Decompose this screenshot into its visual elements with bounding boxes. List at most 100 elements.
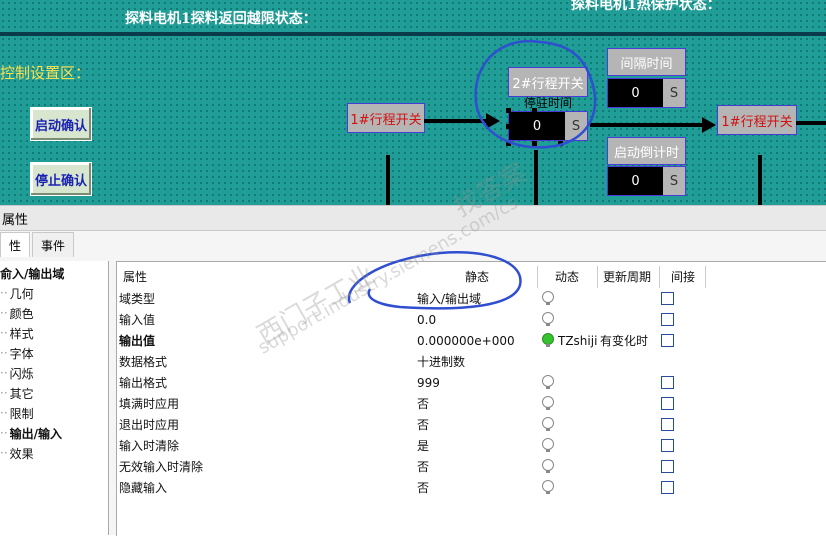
- indirect-checkbox[interactable]: [661, 460, 674, 473]
- hmi-screen-canvas: 探料电机1探料返回越限状态： 探料电机1热保护状态： 控制设置区： 启动确认 停…: [0, 0, 826, 205]
- property-static-value[interactable]: 否: [417, 393, 429, 414]
- property-static-value[interactable]: 0.000000e+000: [417, 330, 515, 351]
- start-countdown-value: 0: [631, 173, 640, 189]
- tree-item-label: 颜色: [9, 306, 34, 321]
- indirect-checkbox[interactable]: [661, 292, 674, 305]
- tree-item-label: 闪烁: [9, 366, 34, 381]
- tree-item-colors[interactable]: ·· 颜色: [0, 303, 34, 323]
- property-dynamic-tag[interactable]: TZshiji: [558, 330, 597, 351]
- column-header-indirect: 间接: [671, 269, 696, 284]
- property-name: 填满时应用: [119, 397, 180, 411]
- tree-dots-icon: ··: [0, 406, 8, 420]
- flow-arrow-line: [796, 121, 826, 125]
- tab-events[interactable]: 事件: [32, 232, 75, 257]
- indirect-checkbox[interactable]: [661, 376, 674, 389]
- property-row[interactable]: 无效输入时清除 否: [117, 456, 826, 477]
- light-bulb-icon[interactable]: [542, 375, 554, 389]
- properties-header: 属性: [0, 205, 826, 231]
- tree-dots-icon: ··: [0, 326, 8, 340]
- property-name: 无效输入时清除: [119, 460, 204, 474]
- tree-item-misc[interactable]: ·· 其它: [0, 383, 34, 403]
- property-name: 输出格式: [119, 376, 168, 390]
- column-separator: [597, 266, 598, 288]
- indirect-checkbox[interactable]: [661, 313, 674, 326]
- property-name: 输入时清除: [119, 439, 180, 453]
- property-row[interactable]: 隐藏输入 否: [117, 477, 826, 498]
- light-bulb-icon[interactable]: [542, 438, 554, 452]
- property-row[interactable]: 退出时应用 否: [117, 414, 826, 435]
- property-name: 退出时应用: [119, 418, 180, 432]
- tree-item-font[interactable]: ·· 字体: [0, 343, 34, 363]
- tab-properties[interactable]: 性: [0, 232, 31, 257]
- annotation-circle-top: [474, 39, 597, 149]
- motor-return-limit-status-label: 探料电机1探料返回越限状态：: [125, 11, 317, 27]
- tree-dots-icon: ··: [0, 346, 8, 360]
- tree-item-io-field[interactable]: 俞入/输出域: [0, 263, 64, 283]
- column-separator: [659, 266, 660, 288]
- tree-item-label: 输出/输入: [9, 426, 63, 441]
- property-name: 域类型: [119, 292, 156, 306]
- tree-dots-icon: ··: [0, 366, 8, 380]
- tree-item-effects[interactable]: ·· 效果: [0, 443, 34, 463]
- start-confirm-button[interactable]: 启动确认: [30, 107, 92, 141]
- property-static-value[interactable]: 否: [417, 477, 429, 498]
- tree-item-label: 样式: [9, 326, 34, 341]
- indirect-checkbox[interactable]: [661, 397, 674, 410]
- tree-dots-icon: ··: [0, 306, 8, 320]
- property-name: 输出值: [119, 334, 156, 348]
- interval-time-label: 间隔时间: [607, 48, 686, 76]
- tree-item-flashing[interactable]: ·· 闪烁: [0, 363, 34, 383]
- tree-item-limits[interactable]: ·· 限制: [0, 403, 34, 423]
- tree-dots-icon: ··: [0, 386, 8, 400]
- property-static-value[interactable]: 否: [417, 456, 429, 477]
- tree-item-label: 字体: [9, 346, 34, 361]
- tree-item-output-input[interactable]: ·· 输出/输入: [0, 423, 62, 443]
- property-update-cycle[interactable]: 有变化时: [600, 330, 648, 351]
- tree-item-style[interactable]: ·· 样式: [0, 323, 34, 343]
- indirect-checkbox[interactable]: [661, 439, 674, 452]
- support-post: [386, 155, 390, 205]
- column-separator: [705, 266, 706, 288]
- property-name: 输入值: [119, 313, 156, 327]
- light-bulb-icon[interactable]: [542, 291, 554, 305]
- light-bulb-icon[interactable]: [542, 333, 554, 347]
- property-static-value[interactable]: 999: [417, 372, 440, 393]
- property-name: 数据格式: [119, 355, 168, 369]
- light-bulb-icon[interactable]: [542, 312, 554, 326]
- start-countdown-io-field[interactable]: 0 S: [607, 166, 686, 196]
- property-row[interactable]: 填满时应用 否: [117, 393, 826, 414]
- property-row[interactable]: 数据格式 十进制数: [117, 351, 826, 372]
- light-bulb-icon[interactable]: [542, 459, 554, 473]
- light-bulb-icon[interactable]: [542, 480, 554, 494]
- arrow-right-icon: [702, 117, 716, 133]
- property-static-value[interactable]: 否: [417, 414, 429, 435]
- tree-dots-icon: ··: [0, 426, 8, 440]
- column-header-update-cycle: 更新周期: [603, 269, 652, 284]
- tree-item-label: 其它: [9, 386, 34, 401]
- tree-dots-icon: ··: [0, 446, 8, 460]
- divider-line: [0, 32, 826, 36]
- property-static-value[interactable]: 是: [417, 435, 429, 456]
- limit-switch-1-box[interactable]: 1#行程开关: [347, 103, 425, 133]
- indirect-checkbox[interactable]: [661, 481, 674, 494]
- property-row[interactable]: 输入时清除 是: [117, 435, 826, 456]
- property-static-value[interactable]: 十进制数: [417, 351, 465, 372]
- property-row[interactable]: 输出格式 999: [117, 372, 826, 393]
- light-bulb-icon[interactable]: [542, 417, 554, 431]
- interval-time-unit: S: [663, 79, 685, 107]
- properties-tabs: 性 事件: [0, 232, 76, 258]
- tree-item-label: 效果: [9, 446, 34, 461]
- light-bulb-icon[interactable]: [542, 396, 554, 410]
- property-category-tree: 俞入/输出域 ·· 几何 ·· 颜色 ·· 样式 ·· 字体 ·· 闪烁 ·· 其它 ·· 限…: [0, 261, 109, 535]
- interval-time-io-field[interactable]: 0 S: [607, 78, 686, 108]
- tree-item-geometry[interactable]: ·· 几何: [0, 283, 34, 303]
- tree-item-label: 限制: [9, 406, 34, 421]
- property-row[interactable]: 输出值 0.000000e+000 TZshiji 有变化时: [117, 330, 826, 351]
- limit-switch-right-box[interactable]: 1#行程开关: [717, 105, 797, 135]
- start-countdown-label: 启动倒计时: [607, 137, 686, 165]
- property-name: 隐藏输入: [119, 481, 168, 495]
- stop-confirm-button[interactable]: 停止确认: [30, 162, 92, 196]
- column-separator: [537, 266, 538, 288]
- indirect-checkbox[interactable]: [661, 334, 674, 347]
- indirect-checkbox[interactable]: [661, 418, 674, 431]
